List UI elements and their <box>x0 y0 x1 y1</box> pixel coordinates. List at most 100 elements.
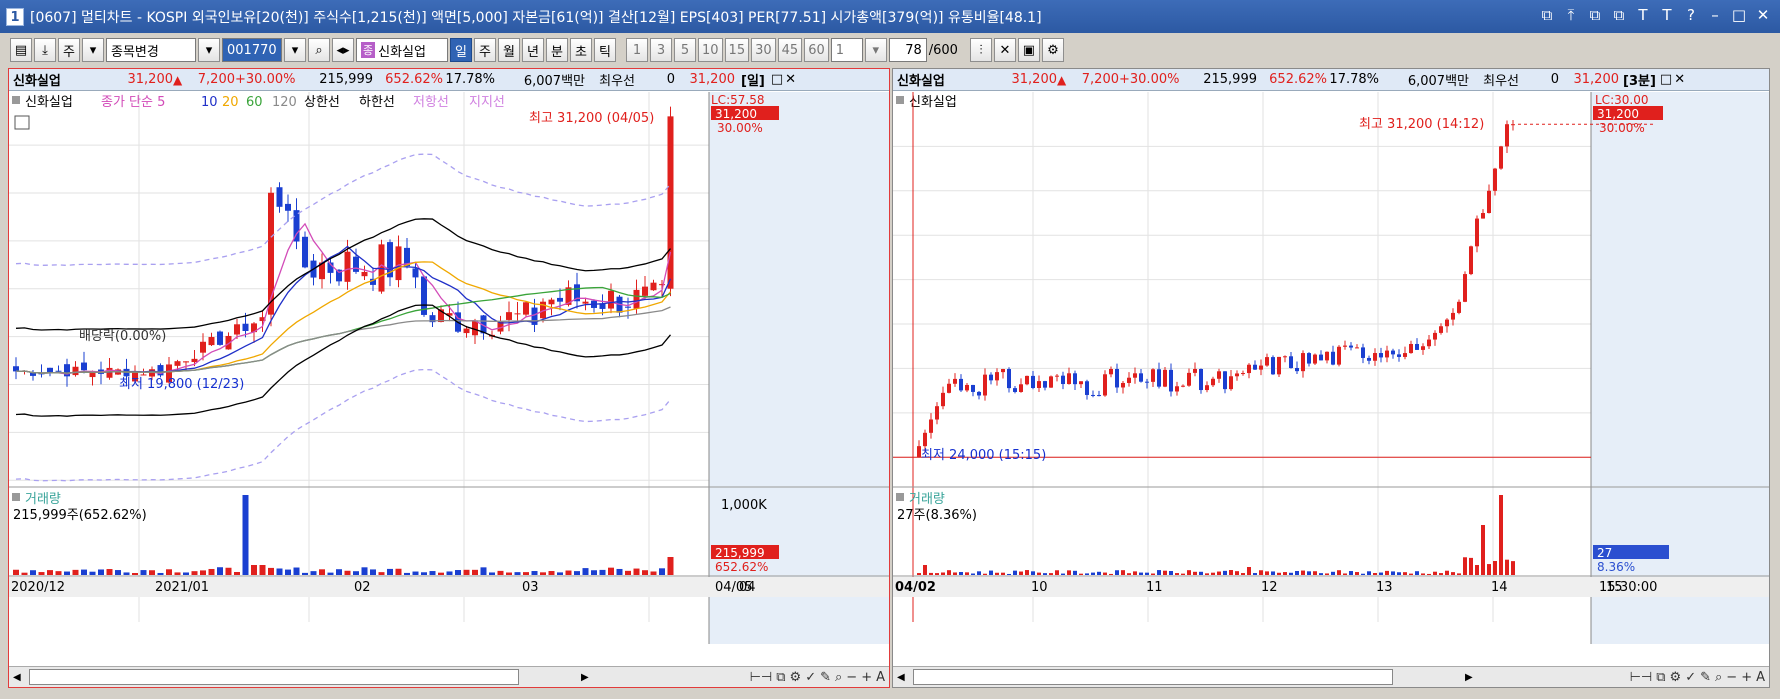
high-label: 최고 31,200 (14:12) <box>1359 117 1484 132</box>
gear-icon[interactable]: ⚙ <box>1670 670 1682 685</box>
volume-bar <box>319 569 325 575</box>
tab-second[interactable]: 초 <box>570 38 592 62</box>
search-icon[interactable]: ⌕ <box>835 670 842 685</box>
zoom-out-icon[interactable]: − <box>1726 670 1737 685</box>
interval-45[interactable]: 45 <box>777 38 803 62</box>
save-icon[interactable]: ▣ <box>1017 38 1040 62</box>
candle-body <box>1487 190 1491 214</box>
tab-minute[interactable]: 분 <box>546 38 568 62</box>
interval-10[interactable]: 10 <box>698 38 723 62</box>
interval-input[interactable]: 1 <box>830 38 863 62</box>
close-icon[interactable]: ✕ <box>1674 72 1685 87</box>
settings-icon[interactable]: ⚙ <box>1041 38 1064 62</box>
check-icon[interactable]: ✓ <box>1685 670 1696 685</box>
volume-bar <box>438 572 444 575</box>
candle-body <box>242 323 249 331</box>
maximize-icon[interactable]: □ <box>771 72 783 87</box>
ask: 31,200 <box>1573 72 1620 87</box>
scroll-right-icon[interactable]: ▶ <box>581 672 589 683</box>
zoom-slider-icon[interactable]: ⊢⊣ <box>750 670 773 685</box>
check-icon[interactable]: ✓ <box>805 670 816 685</box>
speaker-icon[interactable]: ◂▸ <box>332 38 354 62</box>
tab-month[interactable]: 월 <box>498 38 520 62</box>
scroll-left-icon[interactable]: ◀ <box>13 672 21 683</box>
volume-bar <box>421 572 427 575</box>
volume-axis-label: 1,000K <box>721 498 767 513</box>
candle-body <box>1367 357 1371 361</box>
cascade-icon[interactable]: ⧉ <box>1610 6 1628 24</box>
draw-icon[interactable]: ✎ <box>820 670 831 685</box>
dropdown-arrow-icon[interactable]: ▾ <box>198 38 220 62</box>
volume-bar <box>1001 572 1005 575</box>
interval-60[interactable]: 60 <box>804 38 829 62</box>
layout-icon[interactable]: ▤ <box>10 38 32 62</box>
right-info-bar: 신화실업 31,200 ▲ 7,200 +30.00% 215,999 652.… <box>893 69 1769 91</box>
help-icon[interactable]: ? <box>1682 6 1700 24</box>
scroll-right-icon[interactable]: ▶ <box>1465 672 1473 683</box>
scroll-left-icon[interactable]: ◀ <box>897 672 905 683</box>
search-icon[interactable]: ⌕ <box>308 38 330 62</box>
volume-bar <box>574 571 580 575</box>
minimize-button[interactable]: – <box>1706 6 1724 24</box>
volume-bar <box>1133 571 1137 575</box>
font-icon[interactable]: A <box>876 670 885 685</box>
volume-bar <box>1331 571 1335 575</box>
interval-5[interactable]: 5 <box>674 38 696 62</box>
font-small-icon[interactable]: T <box>1658 6 1676 24</box>
volume-bar <box>1151 573 1155 575</box>
volume-bar <box>917 573 921 575</box>
interval-30[interactable]: 30 <box>751 38 776 62</box>
volume-bar <box>98 569 104 575</box>
interval-15[interactable]: 15 <box>724 38 750 62</box>
scroll-track[interactable] <box>29 669 519 685</box>
type-dropdown[interactable]: 주 <box>58 38 80 62</box>
search-icon[interactable]: ⌕ <box>1715 670 1722 685</box>
candle-body <box>1043 381 1047 388</box>
zoom-in-icon[interactable]: + <box>1741 670 1752 685</box>
tab-week[interactable]: 주 <box>474 38 496 62</box>
scroll-track[interactable] <box>913 669 1393 685</box>
interval-1[interactable]: 1 <box>626 38 648 62</box>
tab-year[interactable]: 년 <box>522 38 544 62</box>
zoom-out-icon[interactable]: − <box>846 670 857 685</box>
pin-icon[interactable]: ⤒ <box>1562 6 1580 24</box>
maximize-icon[interactable]: □ <box>1660 72 1672 87</box>
font-icon[interactable]: A <box>1756 670 1765 685</box>
period-label: [3분] <box>1623 74 1656 89</box>
restore-icon[interactable]: ⧉ <box>1538 6 1556 24</box>
daily-candle-chart[interactable]: 30,00028,00026,00024,00022,00020,00018,0… <box>9 92 889 667</box>
volume-bar <box>1217 571 1221 575</box>
volume-bar <box>1019 571 1023 575</box>
font-icon[interactable]: T <box>1634 6 1652 24</box>
copy-icon[interactable]: ⧉ <box>776 670 785 685</box>
dropdown-arrow-icon[interactable]: ▾ <box>864 38 887 62</box>
candle-body <box>1163 369 1167 387</box>
volume-bar <box>935 573 939 575</box>
zoom-slider-icon[interactable]: ⊢⊣ <box>1630 670 1653 685</box>
volume-bar <box>1157 570 1161 575</box>
close-button[interactable]: ✕ <box>1754 6 1772 24</box>
volume-bar <box>667 557 674 575</box>
crosshair-icon[interactable]: ✕ <box>993 38 1016 62</box>
gear-icon[interactable]: ⚙ <box>790 670 802 685</box>
stock-name-field[interactable]: 종 신화실업 <box>356 38 448 62</box>
dropdown-arrow-icon[interactable]: ▾ <box>284 38 306 62</box>
close-icon[interactable]: ✕ <box>785 72 796 87</box>
copy-icon[interactable]: ⧉ <box>1656 670 1665 685</box>
indicator-icon[interactable]: ⫶ <box>969 38 992 62</box>
count-input[interactable]: 78 <box>888 38 927 62</box>
dropdown-arrow-icon[interactable]: ▾ <box>82 38 104 62</box>
stock-change-field[interactable]: 종목변경 <box>106 38 196 62</box>
maximize-button[interactable]: □ <box>1730 6 1748 24</box>
interval-3[interactable]: 3 <box>650 38 672 62</box>
download-icon[interactable]: ⤓ <box>34 38 56 62</box>
zoom-in-icon[interactable]: + <box>861 670 872 685</box>
tile-icon[interactable]: ⧉ <box>1586 6 1604 24</box>
tab-tick[interactable]: 틱 <box>594 38 616 62</box>
candle-body <box>1235 373 1239 377</box>
minute-candle-chart[interactable]: 28.0%24.0%20.0%16.0%12.0%8.0%4.0%-0.0%LC… <box>893 92 1769 667</box>
code-input[interactable]: 001770 <box>222 38 282 62</box>
tab-day[interactable]: 일 <box>450 38 472 62</box>
draw-icon[interactable]: ✎ <box>1700 670 1711 685</box>
legend-name: 신화실업 <box>25 95 73 110</box>
